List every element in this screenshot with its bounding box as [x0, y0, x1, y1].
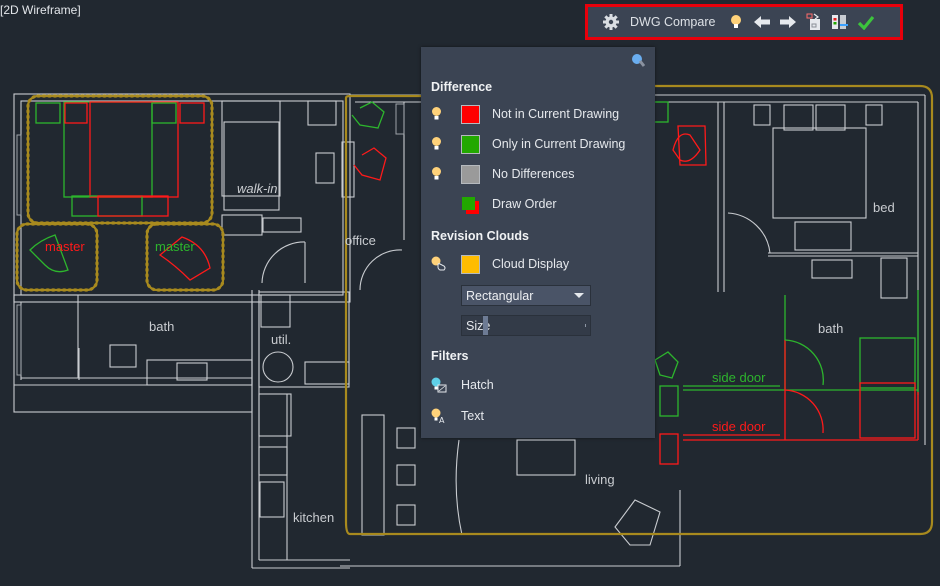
- arrow-left-icon[interactable]: [749, 8, 775, 36]
- label-side-door-new: side door: [712, 370, 766, 385]
- text-filter-icon[interactable]: A: [431, 408, 447, 427]
- lightbulb-icon[interactable]: [431, 166, 442, 184]
- cloud-display-toggle-icon[interactable]: [431, 256, 447, 275]
- label-bed: bed: [873, 200, 895, 215]
- label-hatch: Hatch: [461, 378, 494, 392]
- label-side-door-old: side door: [712, 419, 766, 434]
- label-util: util.: [271, 332, 291, 347]
- label-walk-in: walk-in: [237, 181, 277, 196]
- pin-icon[interactable]: [631, 53, 646, 70]
- chevron-down-icon: [574, 293, 584, 298]
- view-style-label[interactable]: [2D Wireframe]: [0, 3, 81, 17]
- revision-clouds-heading: Revision Clouds: [431, 229, 529, 243]
- label-no-differences: No Differences: [492, 167, 575, 181]
- label-bath-left: bath: [149, 319, 174, 334]
- row-no-differences: No Differences: [421, 163, 655, 187]
- lightbulb-icon[interactable]: [723, 8, 749, 36]
- color-swatch-green[interactable]: [461, 135, 480, 154]
- arrow-right-icon[interactable]: [775, 8, 801, 36]
- row-only-in-current: Only in Current Drawing: [421, 133, 655, 157]
- label-master-new: master: [155, 239, 195, 254]
- filter-hatch[interactable]: Hatch: [421, 374, 655, 398]
- slider-handle[interactable]: [483, 316, 488, 335]
- row-cloud-display: Cloud Display: [421, 253, 655, 277]
- slider-tick: [585, 324, 586, 327]
- cloud-size-slider[interactable]: Size: [461, 315, 591, 336]
- checkmark-icon[interactable]: [853, 8, 879, 36]
- label-draw-order: Draw Order: [492, 197, 557, 211]
- label-only-in-current: Only in Current Drawing: [492, 137, 626, 151]
- label-not-in-current: Not in Current Drawing: [492, 107, 620, 121]
- export-snapshot-icon[interactable]: [827, 8, 853, 36]
- gear-icon[interactable]: [598, 8, 624, 36]
- row-draw-order[interactable]: Draw Order: [421, 193, 655, 217]
- import-objects-icon[interactable]: [801, 8, 827, 36]
- color-swatch-red[interactable]: [461, 105, 480, 124]
- label-cloud-display: Cloud Display: [492, 257, 570, 271]
- lightbulb-icon[interactable]: [431, 106, 442, 124]
- filter-text[interactable]: A Text: [421, 405, 655, 429]
- cloud-shape-value: Rectangular: [466, 288, 534, 303]
- dwg-compare-toolbar: DWG Compare: [585, 4, 903, 40]
- label-office: office: [345, 233, 376, 248]
- draw-order-icon: [461, 196, 480, 218]
- cloud-color-swatch[interactable]: [461, 255, 480, 274]
- label-living: living: [585, 472, 615, 487]
- difference-heading: Difference: [431, 80, 493, 94]
- row-not-in-current: Not in Current Drawing: [421, 103, 655, 127]
- filters-heading: Filters: [431, 349, 469, 363]
- label-text: Text: [461, 409, 484, 423]
- color-swatch-gray[interactable]: [461, 165, 480, 184]
- toolbar-title: DWG Compare: [630, 15, 716, 29]
- cloud-shape-dropdown[interactable]: Rectangular: [461, 285, 591, 306]
- lightbulb-icon[interactable]: [431, 136, 442, 154]
- compare-settings-panel: Difference Not in Current Drawing Only i…: [421, 47, 655, 438]
- label-master-old: master: [45, 239, 85, 254]
- label-bath-right: bath: [818, 321, 843, 336]
- label-kitchen: kitchen: [293, 510, 334, 525]
- svg-text:A: A: [439, 416, 445, 424]
- hatch-filter-icon[interactable]: [431, 377, 447, 396]
